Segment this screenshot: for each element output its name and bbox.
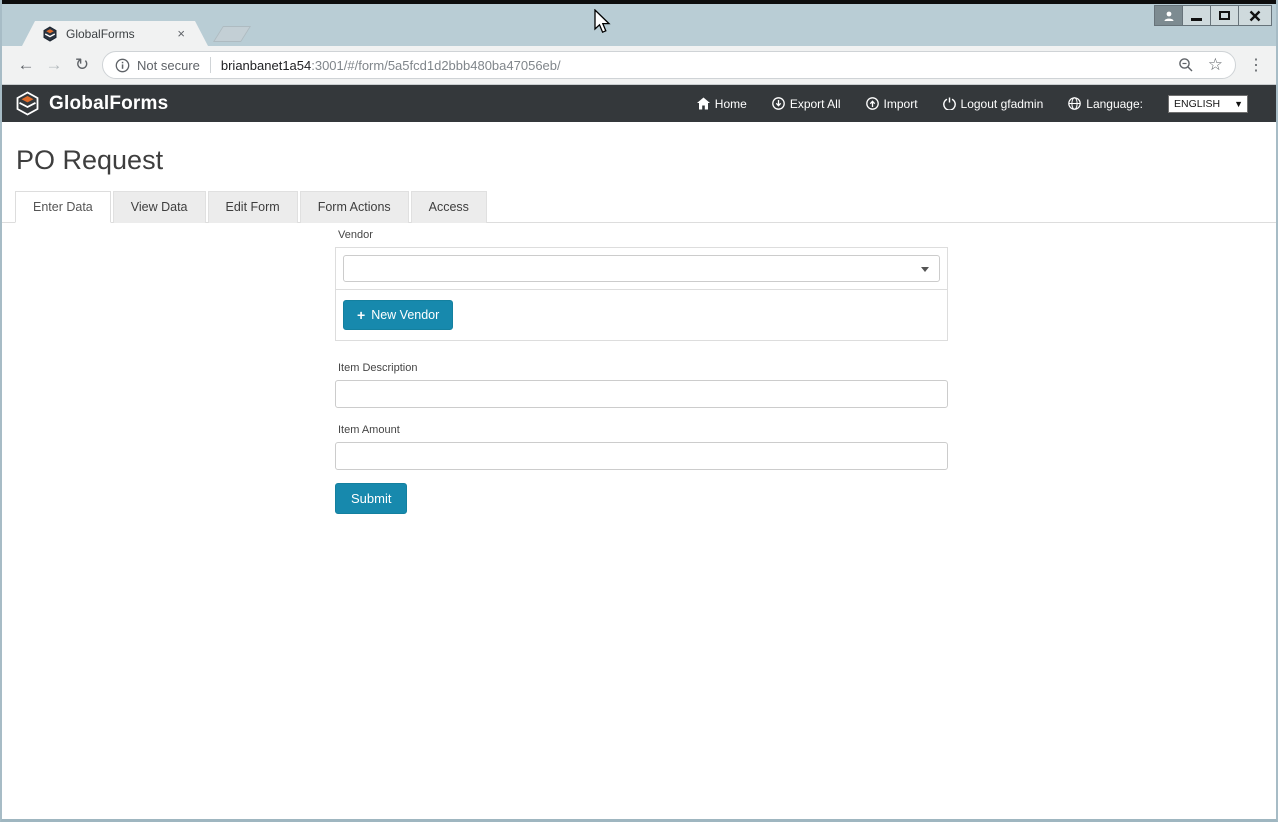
browser-titlebar: GlobalForms × [2, 4, 1276, 46]
item-amount-label: Item Amount [338, 424, 948, 436]
tab-title: GlobalForms [66, 27, 174, 41]
nav-item-language: Language: [1068, 97, 1143, 111]
brand[interactable]: GlobalForms [15, 91, 168, 116]
tab-access[interactable]: Access [411, 191, 487, 223]
new-vendor-button-label: New Vendor [371, 308, 439, 322]
submit-row: Submit [335, 483, 948, 514]
vendor-button-row: + New Vendor [336, 289, 947, 340]
vendor-select-row [336, 248, 947, 289]
home-icon [697, 97, 710, 110]
vendor-label: Vendor [338, 229, 948, 241]
export-icon [772, 97, 785, 110]
close-button[interactable] [1238, 5, 1272, 26]
browser-tab[interactable]: GlobalForms × [22, 21, 208, 46]
back-icon: ← [18, 55, 35, 74]
nav-item-label: Language: [1086, 97, 1143, 111]
back-button[interactable]: ← [12, 55, 40, 75]
mouse-cursor [594, 9, 613, 36]
browser-profile-button[interactable] [1154, 5, 1183, 26]
security-status[interactable]: Not secure [137, 58, 200, 73]
brand-name: GlobalForms [49, 93, 168, 115]
profile-icon [1163, 10, 1175, 22]
plus-icon: + [357, 308, 365, 322]
url-path-text[interactable]: :3001/#/form/5a5fcd1d2bbb480ba47056eb/ [311, 58, 560, 73]
nav-item-label: Home [715, 97, 747, 111]
page-content: PO Request Enter Data View Data Edit For… [2, 145, 1276, 514]
select-caret-icon: ▼ [1234, 99, 1243, 109]
forward-button[interactable]: → [40, 55, 68, 75]
tab-enter-data[interactable]: Enter Data [15, 191, 111, 223]
favicon-globalforms-icon [42, 26, 58, 42]
item-description-group: Item Description [335, 362, 948, 408]
new-tab-button[interactable] [213, 26, 251, 42]
browser-window: GlobalForms × [0, 0, 1278, 822]
bookmark-star-icon[interactable]: ☆ [1208, 55, 1223, 75]
app-navbar: GlobalForms Home Export All [2, 85, 1276, 122]
nav-item-import[interactable]: Import [866, 97, 918, 111]
submit-button[interactable]: Submit [335, 483, 407, 514]
browser-toolbar: ← → ↻ Not secure brianbanet1a54:3001/#/f… [2, 46, 1276, 85]
submit-button-label: Submit [351, 491, 391, 506]
zoom-icon[interactable] [1178, 57, 1194, 73]
tab-close-icon[interactable]: × [174, 26, 188, 41]
new-vendor-button[interactable]: + New Vendor [343, 300, 453, 330]
reload-icon: ↻ [75, 55, 89, 74]
browser-menu-icon[interactable]: ⋮ [1246, 55, 1266, 75]
address-separator [210, 57, 211, 73]
nav-item-label: Import [884, 97, 918, 111]
url-host-text[interactable]: brianbanet1a54 [221, 58, 311, 73]
tab-edit-form[interactable]: Edit Form [208, 191, 298, 223]
nav-item-home[interactable]: Home [697, 97, 747, 111]
vendor-select[interactable] [343, 255, 940, 282]
language-select[interactable]: ENGLISH ▼ [1168, 95, 1248, 113]
tab-form-actions[interactable]: Form Actions [300, 191, 409, 223]
nav-item-logout[interactable]: Logout gfadmin [943, 97, 1044, 111]
minimize-icon [1191, 18, 1202, 21]
globalforms-logo-icon [15, 91, 40, 116]
window-controls [1155, 5, 1272, 26]
forward-icon: → [46, 55, 63, 74]
item-description-label: Item Description [338, 362, 948, 374]
nav-item-label: Logout gfadmin [961, 97, 1044, 111]
vendor-panel: + New Vendor [335, 247, 948, 341]
info-icon[interactable] [115, 58, 130, 73]
minimize-button[interactable] [1182, 5, 1211, 26]
nav-item-label: Export All [790, 97, 841, 111]
item-amount-group: Item Amount [335, 424, 948, 470]
dropdown-caret-icon [921, 267, 929, 272]
reload-button[interactable]: ↻ [68, 55, 96, 75]
po-request-form: Vendor + New Vendor Item Description [335, 229, 948, 514]
item-description-input[interactable] [335, 380, 948, 408]
address-bar[interactable]: Not secure brianbanet1a54:3001/#/form/5a… [102, 51, 1236, 79]
language-selected-value: ENGLISH [1174, 98, 1220, 110]
page-title: PO Request [16, 145, 1276, 176]
form-tabs: Enter Data View Data Edit Form Form Acti… [2, 191, 1276, 223]
tab-view-data[interactable]: View Data [113, 191, 206, 223]
globe-icon [1068, 97, 1081, 110]
logout-power-icon [943, 97, 956, 110]
nav-menu: Home Export All Import [697, 95, 1248, 113]
nav-item-export-all[interactable]: Export All [772, 97, 841, 111]
import-icon [866, 97, 879, 110]
maximize-icon [1219, 11, 1230, 20]
close-icon [1249, 10, 1261, 22]
maximize-button[interactable] [1210, 5, 1239, 26]
item-amount-input[interactable] [335, 442, 948, 470]
